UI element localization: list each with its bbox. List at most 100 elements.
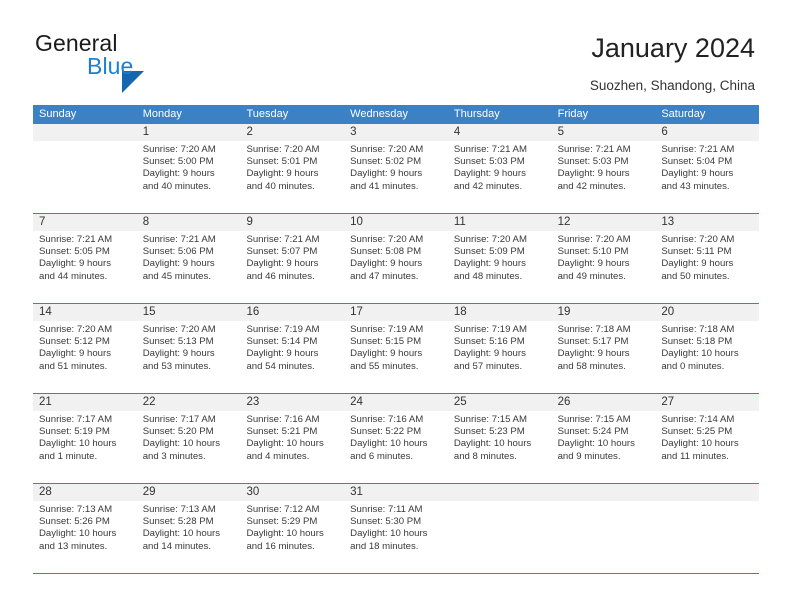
calendar-day-cell[interactable]: 11 Sunrise: 7:20 AM Sunset: 5:09 PM Dayl… <box>447 214 552 303</box>
calendar-day-cell[interactable]: 10 Sunrise: 7:20 AM Sunset: 5:08 PM Dayl… <box>344 214 448 303</box>
daylight-text-line2: and 54 minutes. <box>246 360 315 372</box>
calendar-day-cell[interactable]: 31 Sunrise: 7:11 AM Sunset: 5:30 PM Dayl… <box>344 484 448 573</box>
sunrise-text: Sunrise: 7:13 AM <box>39 504 113 515</box>
sunset-text: Sunset: 5:18 PM <box>661 336 733 348</box>
daylight-text-line2: and 53 minutes. <box>142 360 211 372</box>
day-details: Sunrise: 7:12 AM Sunset: 5:29 PM Dayligh… <box>240 501 344 553</box>
weekday-header-saturday: Saturday <box>661 108 706 120</box>
sunrise-text: Sunrise: 7:20 AM <box>661 234 735 245</box>
day-details: Sunrise: 7:20 AM Sunset: 5:01 PM Dayligh… <box>240 141 344 193</box>
calendar-day-cell[interactable]: 19 Sunrise: 7:18 AM Sunset: 5:17 PM Dayl… <box>551 304 656 393</box>
calendar-day-cell[interactable]: 30 Sunrise: 7:12 AM Sunset: 5:29 PM Dayl… <box>240 484 345 573</box>
sunset-text: Sunset: 5:03 PM <box>557 156 629 168</box>
calendar-day-cell[interactable]: 25 Sunrise: 7:15 AM Sunset: 5:23 PM Dayl… <box>447 394 552 483</box>
calendar-day-cell[interactable] <box>447 484 552 573</box>
day-details: Sunrise: 7:20 AM Sunset: 5:00 PM Dayligh… <box>137 141 241 193</box>
day-number: 11 <box>447 214 552 231</box>
calendar-day-cell[interactable]: 29 Sunrise: 7:13 AM Sunset: 5:28 PM Dayl… <box>136 484 241 573</box>
daylight-text-line2: and 18 minutes. <box>350 540 419 552</box>
daylight-text-line2: and 43 minutes. <box>661 180 730 192</box>
day-number: 17 <box>344 304 448 321</box>
calendar-day-cell[interactable]: 4 Sunrise: 7:21 AM Sunset: 5:03 PM Dayli… <box>447 124 552 213</box>
sunset-text: Sunset: 5:22 PM <box>350 426 422 438</box>
calendar-day-cell[interactable]: 5 Sunrise: 7:21 AM Sunset: 5:03 PM Dayli… <box>551 124 656 213</box>
calendar-day-cell[interactable] <box>551 484 656 573</box>
daylight-text-line2: and 42 minutes. <box>453 180 523 192</box>
daylight-text-line1: Daylight: 9 hours <box>142 348 215 360</box>
daylight-text-line2: and 41 minutes. <box>350 180 419 192</box>
day-number: 15 <box>136 304 241 321</box>
sunrise-text: Sunrise: 7:16 AM <box>350 414 424 425</box>
calendar-week-row: 14 Sunrise: 7:20 AM Sunset: 5:12 PM Dayl… <box>33 304 760 394</box>
sunrise-text: Sunrise: 7:14 AM <box>661 414 735 425</box>
weekday-header-sunday: Sunday <box>39 108 77 120</box>
daylight-text-line1: Daylight: 9 hours <box>39 258 111 270</box>
day-number <box>33 124 137 141</box>
logo-text-blue: Blue <box>87 53 134 79</box>
day-details: Sunrise: 7:16 AM Sunset: 5:21 PM Dayligh… <box>240 411 344 463</box>
day-number: 8 <box>136 214 241 231</box>
calendar-day-cell[interactable]: 2 Sunrise: 7:20 AM Sunset: 5:01 PM Dayli… <box>240 124 345 213</box>
daylight-text-line2: and 11 minutes. <box>661 450 729 462</box>
general-blue-logo[interactable]: General Blue <box>35 30 215 93</box>
calendar-week-row: 21 Sunrise: 7:17 AM Sunset: 5:19 PM Dayl… <box>33 394 760 484</box>
calendar-day-cell[interactable]: 7 Sunrise: 7:21 AM Sunset: 5:05 PM Dayli… <box>33 214 137 303</box>
sunset-text: Sunset: 5:04 PM <box>661 156 733 168</box>
daylight-text-line1: Daylight: 9 hours <box>557 258 630 270</box>
day-number: 27 <box>655 394 760 411</box>
calendar-day-cell[interactable]: 28 Sunrise: 7:13 AM Sunset: 5:26 PM Dayl… <box>33 484 137 573</box>
day-details: Sunrise: 7:19 AM Sunset: 5:14 PM Dayligh… <box>240 321 344 373</box>
day-number <box>551 484 656 501</box>
daylight-text-line2: and 44 minutes. <box>39 270 108 282</box>
calendar-day-cell[interactable]: 22 Sunrise: 7:17 AM Sunset: 5:20 PM Dayl… <box>136 394 241 483</box>
sunrise-text: Sunrise: 7:19 AM <box>453 324 527 335</box>
calendar-day-cell[interactable]: 21 Sunrise: 7:17 AM Sunset: 5:19 PM Dayl… <box>33 394 137 483</box>
daylight-text-line2: and 8 minutes. <box>453 450 517 462</box>
calendar-day-cell[interactable]: 14 Sunrise: 7:20 AM Sunset: 5:12 PM Dayl… <box>33 304 137 393</box>
day-number: 7 <box>33 214 137 231</box>
calendar-day-cell[interactable]: 1 Sunrise: 7:20 AM Sunset: 5:00 PM Dayli… <box>136 124 241 213</box>
daylight-text-line1: Daylight: 9 hours <box>142 258 215 270</box>
sunrise-text: Sunrise: 7:12 AM <box>246 504 320 515</box>
calendar-day-cell[interactable]: 9 Sunrise: 7:21 AM Sunset: 5:07 PM Dayli… <box>240 214 345 303</box>
daylight-text-line1: Daylight: 10 hours <box>246 438 324 450</box>
sunrise-text: Sunrise: 7:17 AM <box>142 414 216 425</box>
day-number: 18 <box>447 304 552 321</box>
daylight-text-line1: Daylight: 10 hours <box>661 438 739 450</box>
calendar-day-cell[interactable]: 12 Sunrise: 7:20 AM Sunset: 5:10 PM Dayl… <box>551 214 656 303</box>
calendar-day-cell[interactable]: 27 Sunrise: 7:14 AM Sunset: 5:25 PM Dayl… <box>655 394 760 483</box>
calendar-day-cell[interactable]: 16 Sunrise: 7:19 AM Sunset: 5:14 PM Dayl… <box>240 304 345 393</box>
daylight-text-line2: and 9 minutes. <box>557 450 621 462</box>
calendar-day-cell[interactable]: 23 Sunrise: 7:16 AM Sunset: 5:21 PM Dayl… <box>240 394 345 483</box>
calendar-day-cell[interactable]: 13 Sunrise: 7:20 AM Sunset: 5:11 PM Dayl… <box>655 214 760 303</box>
calendar-day-cell[interactable]: 8 Sunrise: 7:21 AM Sunset: 5:06 PM Dayli… <box>136 214 241 303</box>
sunset-text: Sunset: 5:25 PM <box>661 426 733 438</box>
daylight-text-line1: Daylight: 10 hours <box>39 438 117 450</box>
calendar-day-cell[interactable]: 26 Sunrise: 7:15 AM Sunset: 5:24 PM Dayl… <box>551 394 656 483</box>
calendar-day-cell[interactable]: 18 Sunrise: 7:19 AM Sunset: 5:16 PM Dayl… <box>447 304 552 393</box>
calendar-day-cell[interactable]: 20 Sunrise: 7:18 AM Sunset: 5:18 PM Dayl… <box>655 304 760 393</box>
calendar-day-cell[interactable]: 6 Sunrise: 7:21 AM Sunset: 5:04 PM Dayli… <box>655 124 760 213</box>
calendar-day-cell[interactable]: 3 Sunrise: 7:20 AM Sunset: 5:02 PM Dayli… <box>344 124 448 213</box>
daylight-text-line2: and 49 minutes. <box>557 270 626 282</box>
day-number: 30 <box>240 484 345 501</box>
day-details: Sunrise: 7:21 AM Sunset: 5:06 PM Dayligh… <box>137 231 241 283</box>
day-number: 28 <box>33 484 137 501</box>
sunset-text: Sunset: 5:17 PM <box>557 336 629 348</box>
calendar-day-cell[interactable]: 15 Sunrise: 7:20 AM Sunset: 5:13 PM Dayl… <box>136 304 241 393</box>
sunset-text: Sunset: 5:23 PM <box>453 426 525 438</box>
daylight-text-line2: and 40 minutes. <box>142 180 211 192</box>
sunset-text: Sunset: 5:11 PM <box>661 246 732 258</box>
sunset-text: Sunset: 5:20 PM <box>142 426 214 438</box>
calendar-day-cell[interactable] <box>655 484 760 573</box>
page-header: General Blue January 2024 Suozhen, Shand… <box>0 0 792 104</box>
daylight-text-line1: Daylight: 10 hours <box>142 528 221 540</box>
day-number: 6 <box>655 124 760 141</box>
calendar-day-cell[interactable]: 24 Sunrise: 7:16 AM Sunset: 5:22 PM Dayl… <box>344 394 448 483</box>
day-number: 10 <box>344 214 448 231</box>
day-details: Sunrise: 7:21 AM Sunset: 5:03 PM Dayligh… <box>552 141 656 193</box>
day-details: Sunrise: 7:20 AM Sunset: 5:08 PM Dayligh… <box>344 231 448 283</box>
calendar-day-cell[interactable]: 17 Sunrise: 7:19 AM Sunset: 5:15 PM Dayl… <box>344 304 448 393</box>
calendar-day-cell[interactable] <box>33 124 137 213</box>
sunrise-text: Sunrise: 7:21 AM <box>661 144 735 155</box>
